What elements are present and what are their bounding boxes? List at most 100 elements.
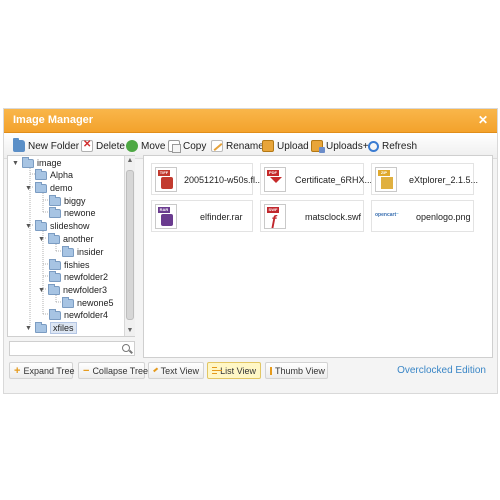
list-view-label: List View [220, 365, 256, 376]
tree-item-label: xfiles [50, 322, 77, 334]
file-item-tiff[interactable]: TIFF 20051210-w50s.fl... [151, 163, 263, 195]
file-type-badge: PDF [267, 170, 279, 176]
text-view-label: Text View [160, 365, 199, 376]
tiff-file-icon: TIFF [155, 167, 177, 192]
file-name: openlogo.png [416, 212, 471, 222]
file-name: eXtplorer_2.1.5... [409, 175, 479, 185]
tree-item-label: newone [64, 208, 96, 218]
file-item-png[interactable]: opencart⁻ openlogo.png [371, 200, 474, 232]
file-name: Certificate_6RHX... [295, 175, 373, 185]
file-item-pdf[interactable]: PDF Certificate_6RHX... [260, 163, 372, 195]
rename-button[interactable]: Rename [211, 137, 264, 155]
tree-item-label: Alpha [50, 170, 74, 180]
tree-item-label: newfolder2 [64, 272, 109, 282]
tree-item-insider[interactable]: insider [62, 245, 104, 258]
chevron-down-icon[interactable]: ▼ [25, 185, 32, 192]
tree-item-label: newfolder4 [64, 310, 109, 320]
edition-link[interactable]: Overclocked Edition [397, 365, 486, 376]
uploads-plus-button[interactable]: Uploads+ [311, 137, 369, 155]
tree-item-newfolder3[interactable]: ▼ newfolder3 [38, 283, 107, 296]
folder-icon [35, 219, 47, 231]
expand-tree-button[interactable]: + Expand Tree [9, 362, 75, 379]
new-folder-icon [13, 138, 25, 152]
text-view-button[interactable]: Text View [148, 362, 204, 379]
tree-item-biggy[interactable]: biggy [49, 194, 86, 207]
collapse-tree-label: Collapse Tree [92, 365, 148, 376]
tree-item-image[interactable]: ▼ image [12, 156, 62, 169]
tree-item-label: slideshow [50, 221, 90, 231]
folder-icon [48, 283, 60, 295]
file-item-rar[interactable]: RAR elfinder.rar [151, 200, 253, 232]
folder-icon [49, 270, 61, 282]
file-name: elfinder.rar [200, 212, 243, 222]
new-folder-button[interactable]: New Folder [13, 137, 79, 155]
file-type-badge: TIFF [158, 170, 170, 176]
file-list-panel: TIFF 20051210-w50s.fl... PDF Certificate… [143, 155, 493, 358]
tree-item-label: biggy [64, 196, 86, 206]
folder-icon [49, 308, 61, 320]
file-item-zip[interactable]: ZIP eXtplorer_2.1.5... [371, 163, 478, 195]
chevron-down-icon[interactable]: ▼ [38, 287, 45, 294]
tree-item-label: another [63, 234, 94, 244]
file-name: matsclock.swf [305, 212, 362, 222]
scroll-up-arrow-icon[interactable]: ▲ [125, 156, 135, 166]
list-view-button[interactable]: List View [207, 362, 261, 379]
tree-item-demo[interactable]: ▼ demo [25, 181, 73, 194]
folder-icon [35, 181, 47, 193]
chevron-down-icon[interactable]: ▼ [38, 236, 45, 243]
expand-tree-label: Expand Tree [23, 365, 75, 376]
thumb-view-label: Thumb View [275, 365, 325, 376]
tree-item-another[interactable]: ▼ another [38, 232, 94, 245]
search-input[interactable] [12, 343, 116, 354]
file-type-badge: RAR [158, 207, 170, 213]
opencart-logo-thumbnail: opencart⁻ [375, 212, 399, 218]
title-bar: Image Manager ✕ [4, 109, 497, 133]
collapse-tree-button[interactable]: − Collapse Tree [78, 362, 148, 379]
folder-icon [48, 232, 60, 244]
chevron-down-icon[interactable]: ▼ [25, 325, 32, 332]
tree-item-slideshow[interactable]: ▼ slideshow [25, 219, 90, 232]
move-button[interactable]: Move [126, 137, 165, 155]
tree-item-label: image [37, 158, 62, 168]
scroll-down-arrow-icon[interactable]: ▼ [125, 326, 135, 336]
chevron-down-icon[interactable]: ▼ [25, 223, 32, 230]
copy-icon [168, 140, 181, 153]
tree-item-newfolder2[interactable]: newfolder2 [49, 270, 109, 283]
search-icon[interactable] [122, 344, 130, 352]
move-label: Move [141, 140, 166, 152]
thumb-view-button[interactable]: Thumb View [265, 362, 328, 379]
tree-scrollbar[interactable]: ▲ ▼ [124, 156, 135, 336]
list-icon [212, 367, 223, 374]
search-box [9, 341, 135, 356]
tree-item-label: demo [50, 183, 73, 193]
delete-label: Delete [96, 140, 125, 152]
refresh-button[interactable]: Refresh [368, 137, 417, 155]
file-item-swf[interactable]: SWF ƒ matsclock.swf [260, 200, 364, 232]
rename-label: Rename [226, 140, 264, 152]
delete-button[interactable]: Delete [81, 137, 125, 155]
upload-button[interactable]: Upload [262, 137, 309, 155]
folder-icon [62, 296, 74, 308]
tree-item-xfiles[interactable]: ▼ xfiles [25, 321, 77, 334]
uploads-plus-icon [311, 140, 325, 153]
scroll-thumb[interactable] [126, 170, 134, 320]
folder-icon [22, 156, 34, 168]
chevron-down-icon[interactable]: ▼ [12, 160, 19, 167]
refresh-icon [368, 140, 379, 152]
zip-file-icon: ZIP [375, 167, 397, 192]
folder-tree: ▼ image Alpha ▼ demo biggy newone ▼ slid… [7, 155, 135, 337]
tree-item-newone[interactable]: newone [49, 206, 96, 219]
rename-icon [211, 140, 223, 152]
tree-item-newone5[interactable]: newone5 [62, 296, 114, 309]
folder-icon [35, 168, 47, 180]
close-icon[interactable]: ✕ [477, 113, 489, 127]
upload-label: Upload [277, 140, 309, 152]
copy-label: Copy [183, 140, 207, 152]
copy-button[interactable]: Copy [168, 137, 206, 155]
tree-item-alpha[interactable]: Alpha [35, 168, 74, 181]
tree-item-fishies[interactable]: fishies [49, 258, 90, 271]
folder-icon [49, 206, 61, 218]
refresh-label: Refresh [382, 140, 418, 152]
thumbnail-icon [270, 366, 272, 375]
tree-item-newfolder4[interactable]: newfolder4 [49, 308, 109, 321]
